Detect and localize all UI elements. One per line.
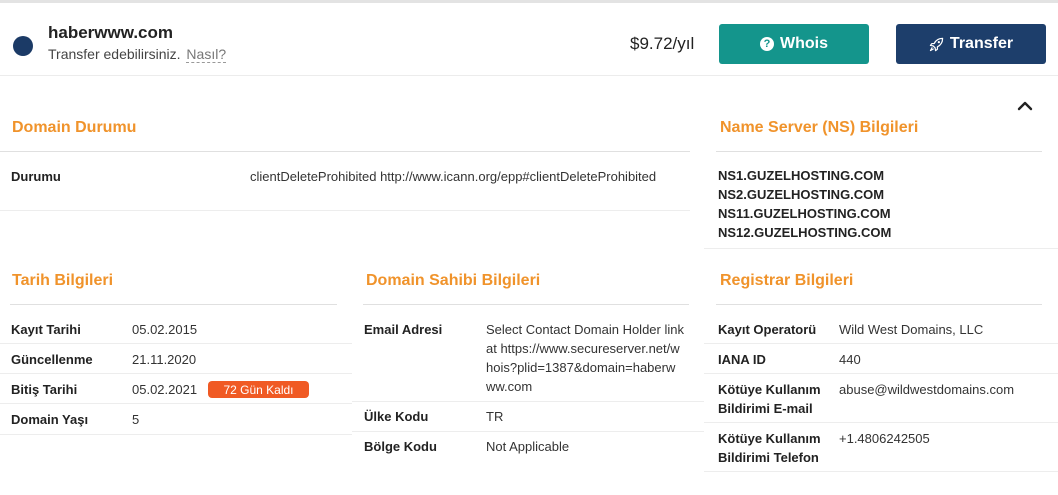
rocket-icon [929,37,944,52]
whois-button-label: Whois [780,35,828,52]
status-label: Durumu [11,169,61,184]
abuse-phone-label: Kötüye Kullanım Bildirimi Telefon [718,431,821,465]
registration-date-value: 05.02.2015 [132,322,198,337]
country-code-value: TR [486,409,504,424]
transfer-info: Transfer edebilirsiniz. Nasıl? [48,46,227,63]
row-divider [0,210,690,211]
row-divider [704,471,1058,472]
whois-button[interactable]: ? Whois [719,24,869,64]
iana-id-value: 440 [839,352,861,367]
chevron-up-icon[interactable] [1016,98,1034,112]
domain-age-label: Domain Yaşı [11,412,89,427]
question-circle-icon: ? [760,37,774,51]
nameserver-divider [716,151,1042,152]
registrar-title: Registrar Bilgileri [720,272,854,289]
domain-status-title: Domain Durumu [12,119,137,136]
owner-divider [363,304,689,305]
how-link[interactable]: Nasıl? [186,46,227,63]
dates-title: Tarih Bilgileri [12,272,114,289]
dates-divider [10,304,337,305]
iana-id-label: IANA ID [718,352,766,367]
abuse-email-value: abuse@wildwestdomains.com [839,382,1015,397]
row-divider [352,401,704,402]
transfer-text: Transfer edebilirsiniz. [48,46,181,62]
expiry-date-label: Bitiş Tarihi [11,382,78,397]
nameserver-item: NS1.GUZELHOSTING.COM [718,168,885,183]
row-divider [704,343,1058,344]
price: $9.72/yıl [630,34,695,53]
abuse-email-label: Kötüye Kullanım Bildirimi E-mail [718,382,821,416]
updated-date-label: Güncellenme [11,352,93,367]
nameserver-item: NS11.GUZELHOSTING.COM [718,206,891,221]
row-divider [704,422,1058,423]
region-code-value: Not Applicable [486,439,570,454]
registrar-operator-label: Kayıt Operatorü [718,322,817,337]
expiry-date-value: 05.02.2021 [132,382,198,397]
email-label: Email Adresi [364,322,443,337]
nameserver-item: NS2.GUZELHOSTING.COM [718,187,885,202]
abuse-phone-value: +1.4806242505 [839,431,930,446]
row-divider [0,434,352,435]
status-dot [13,36,33,56]
row-divider [352,431,704,432]
registrar-operator-value: Wild West Domains, LLC [839,322,984,337]
row-divider [704,373,1058,374]
email-value: Select Contact Domain Holder link at htt… [486,322,684,394]
owner-title: Domain Sahibi Bilgileri [366,272,541,289]
status-value: clientDeleteProhibited http://www.icann.… [250,169,657,184]
row-divider [0,373,352,374]
domain-age-value: 5 [132,412,140,427]
row-divider [0,343,352,344]
transfer-button-label: Transfer [949,35,1014,52]
domain-status-divider [0,151,690,152]
nameserver-item: NS12.GUZELHOSTING.COM [718,225,892,240]
updated-date-value: 21.11.2020 [132,352,197,367]
row-divider [704,248,1058,249]
country-code-label: Ülke Kodu [364,409,429,424]
row-divider [0,403,352,404]
region-code-label: Bölge Kodu [364,439,437,454]
registration-date-label: Kayıt Tarihi [11,322,81,337]
nameserver-title: Name Server (NS) Bilgileri [720,119,919,136]
registrar-divider [716,304,1042,305]
days-left-badge: 72 Gün Kaldı [208,381,309,398]
transfer-button[interactable]: Transfer [896,24,1046,64]
domain-header: haberwww.com Transfer edebilirsiniz. Nas… [0,3,1058,76]
domain-name: haberwww.com [48,23,174,42]
